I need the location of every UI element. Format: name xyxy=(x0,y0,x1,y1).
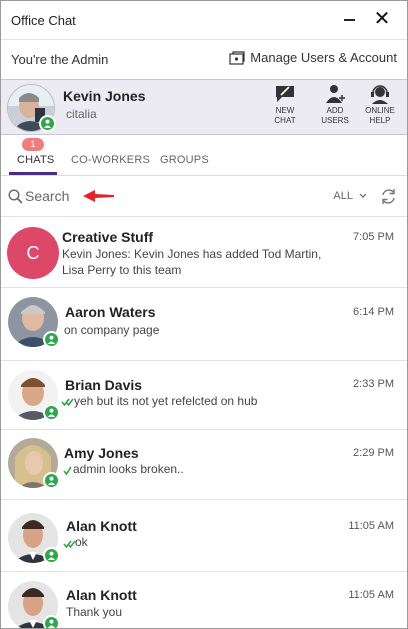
add-users-line1: ADD xyxy=(326,106,344,115)
contact-avatar xyxy=(7,369,60,421)
chat-time: 7:05 PM xyxy=(353,231,394,243)
chat-time: 6:14 PM xyxy=(353,306,394,318)
refresh-icon[interactable] xyxy=(380,188,397,205)
group-avatar: C xyxy=(7,227,59,279)
profile-row: Kevin Jones citalia NEW CHAT ADD USERS O… xyxy=(1,79,407,135)
chat-message: ok xyxy=(75,535,88,549)
chat-list: C Creative Stuff 7:05 PM Kevin Jones: Ke… xyxy=(1,217,407,628)
manage-users-link[interactable]: Manage Users & Account xyxy=(229,50,397,65)
chat-message: Thank you xyxy=(66,605,123,619)
new-chat-line2: CHAT xyxy=(274,116,296,125)
contact-avatar xyxy=(7,437,60,489)
tab-co-workers[interactable]: CO-WORKERS xyxy=(71,154,150,166)
chat-message: admin looks broken.. xyxy=(73,462,184,476)
group-initial: C xyxy=(7,227,59,279)
chat-name: Creative Stuff xyxy=(62,229,154,245)
chat-item[interactable]: Alan Knott 11:05 AM Thank you xyxy=(1,572,407,628)
red-arrow-icon xyxy=(83,190,114,202)
tab-groups[interactable]: GROUPS xyxy=(160,154,209,166)
manage-users-label: Manage Users & Account xyxy=(250,50,397,65)
contact-avatar xyxy=(7,580,60,628)
office-chat-window: Office Chat ✕ You're the Admin Manage Us… xyxy=(0,0,408,629)
profile-avatar[interactable] xyxy=(7,84,56,132)
online-status-icon xyxy=(43,547,60,564)
filter-label: ALL xyxy=(333,190,353,202)
active-tab-indicator xyxy=(9,172,57,175)
chat-message: yeh but its not yet refelcted on hub xyxy=(74,394,258,408)
new-chat-icon xyxy=(276,86,294,102)
chat-name: Amy Jones xyxy=(64,445,139,461)
chat-message: on company page xyxy=(64,323,160,337)
chat-name: Alan Knott xyxy=(66,587,137,603)
manage-account-icon xyxy=(229,50,245,65)
chat-item[interactable]: Alan Knott 11:05 AM ok xyxy=(1,500,407,572)
profile-org: citalia xyxy=(66,107,97,121)
chat-item[interactable]: Amy Jones 2:29 PM admin looks broken.. xyxy=(1,430,407,500)
add-users-button[interactable]: ADD USERS xyxy=(315,84,355,126)
online-status-icon xyxy=(43,615,60,628)
search-icon xyxy=(8,189,23,204)
online-help-line2: HELP xyxy=(369,116,391,125)
search-input[interactable] xyxy=(25,186,85,206)
chat-time: 2:29 PM xyxy=(353,447,394,459)
chat-name: Aaron Waters xyxy=(65,304,156,320)
new-chat-line1: NEW xyxy=(275,106,295,115)
chat-name: Alan Knott xyxy=(66,518,137,534)
online-status-icon xyxy=(43,331,60,348)
window-title: Office Chat xyxy=(11,12,76,28)
chat-message-line1: Kevin Jones: Kevin Jones has added Tod M… xyxy=(62,247,322,261)
chat-message-line2: Lisa Perry to this team xyxy=(62,263,182,277)
online-help-line1: ONLINE xyxy=(365,106,395,115)
chat-item[interactable]: Brian Davis 2:33 PM yeh but its not yet … xyxy=(1,361,407,430)
contact-avatar xyxy=(7,512,60,564)
profile-name: Kevin Jones xyxy=(63,88,146,104)
double-check-icon xyxy=(61,398,74,406)
chat-time: 11:05 AM xyxy=(348,589,394,601)
online-status-icon xyxy=(43,472,60,489)
chat-time: 11:05 AM xyxy=(348,520,394,532)
chevron-down-icon xyxy=(359,193,367,198)
tab-chats[interactable]: CHATS xyxy=(17,154,54,166)
chat-item[interactable]: Aaron Waters 6:14 PM on company page xyxy=(1,288,407,361)
add-users-line2: USERS xyxy=(321,116,349,125)
admin-label: You're the Admin xyxy=(11,52,109,67)
contact-avatar xyxy=(7,296,60,348)
online-help-button[interactable]: ONLINE HELP xyxy=(360,84,400,126)
chat-item[interactable]: C Creative Stuff 7:05 PM Kevin Jones: Ke… xyxy=(1,217,407,288)
check-icon xyxy=(63,466,72,475)
add-user-icon xyxy=(326,85,345,103)
close-button[interactable]: ✕ xyxy=(371,8,393,30)
online-status-icon xyxy=(39,115,56,132)
filter-dropdown[interactable]: ALL xyxy=(333,190,367,202)
tab-bar: 1 CHATS CO-WORKERS GROUPS xyxy=(1,135,407,176)
unread-badge: 1 xyxy=(22,138,44,151)
chat-time: 2:33 PM xyxy=(353,378,394,390)
minimize-button[interactable] xyxy=(339,10,359,30)
headset-icon xyxy=(371,85,389,104)
title-bar: Office Chat ✕ xyxy=(1,1,407,39)
admin-bar: You're the Admin Manage Users & Account xyxy=(1,39,407,79)
chat-name: Brian Davis xyxy=(65,377,143,393)
new-chat-button[interactable]: NEW CHAT xyxy=(265,84,305,126)
search-bar: ALL xyxy=(1,176,407,217)
online-status-icon xyxy=(43,404,60,421)
